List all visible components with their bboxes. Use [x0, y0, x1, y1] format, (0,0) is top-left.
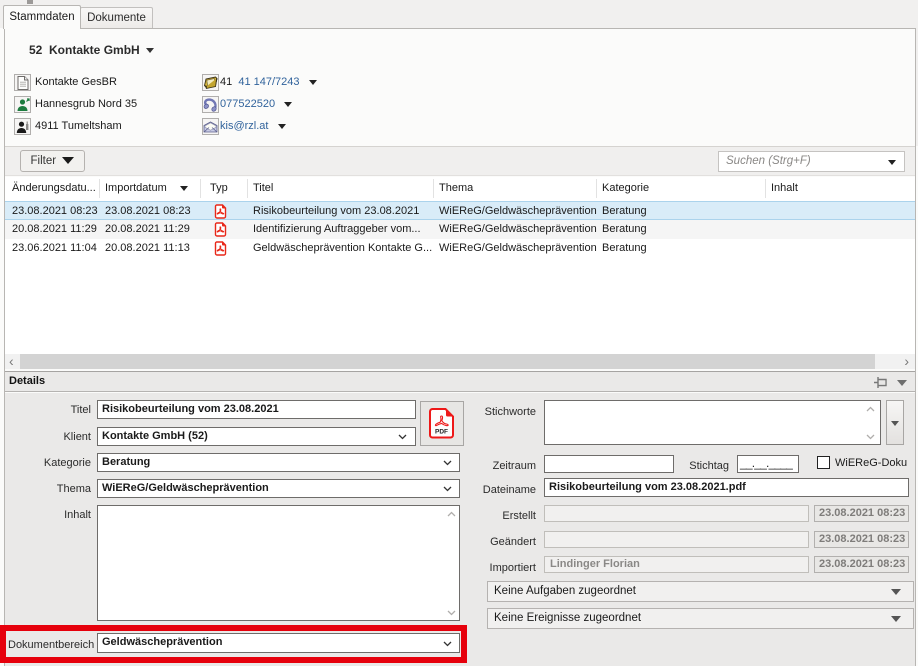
svg-text:PDF: PDF	[435, 429, 448, 436]
